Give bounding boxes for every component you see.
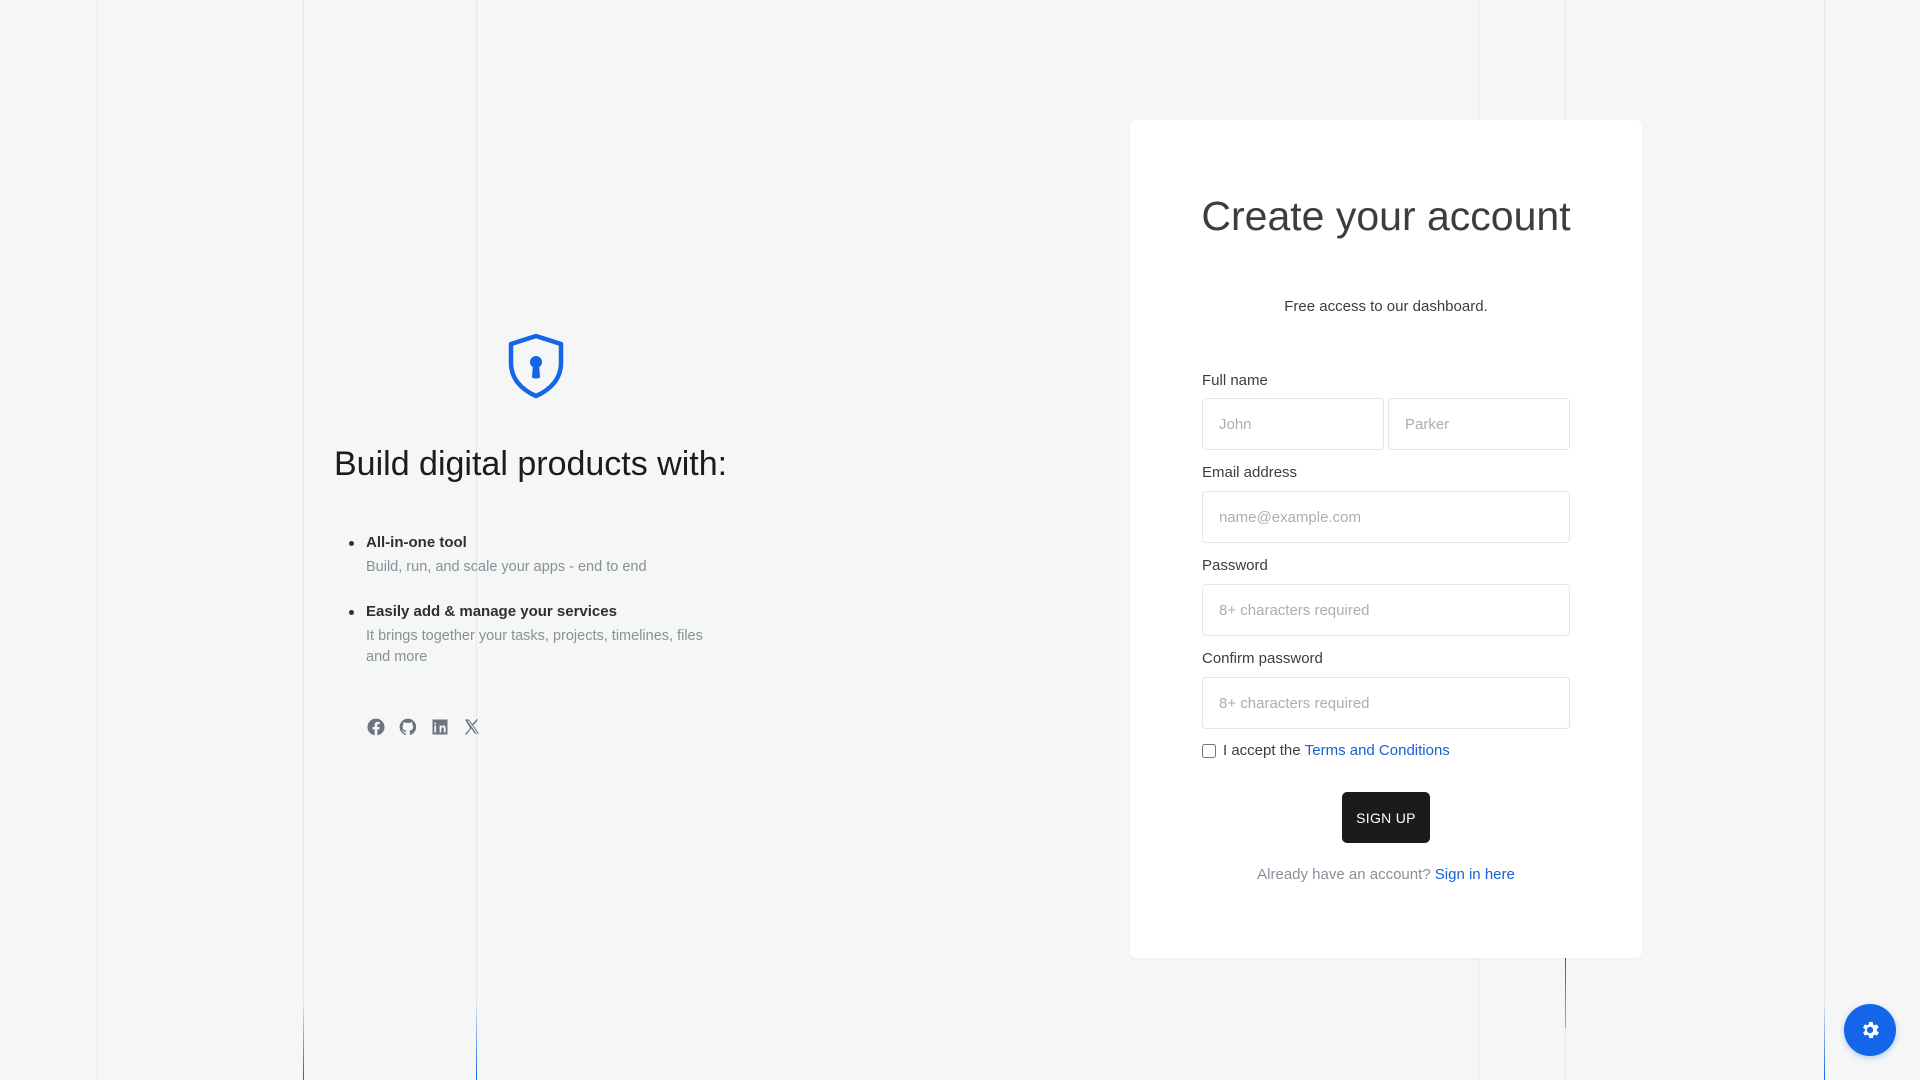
feature-description: It brings together your tasks, projects,… [366, 628, 703, 665]
card-title: Create your account [1201, 193, 1571, 239]
social-links [366, 717, 482, 737]
list-item: All-in-one tool Build, run, and scale yo… [334, 533, 774, 578]
terms-prefix: I accept the [1223, 742, 1301, 759]
feature-list: All-in-one tool Build, run, and scale yo… [334, 533, 774, 692]
feature-title: All-in-one tool [366, 534, 467, 551]
email-label: Email address [1202, 464, 1298, 481]
gear-icon [1863, 1021, 1879, 1039]
grid-line [1824, 0, 1825, 1080]
github-icon[interactable] [398, 717, 418, 737]
card-subtitle: Free access to our dashboard. [1284, 298, 1488, 315]
signin-prefix: Already have an account? [1257, 866, 1431, 883]
x-icon[interactable] [462, 717, 482, 737]
terms-link[interactable]: Terms and Conditions [1305, 742, 1450, 759]
full-name-label: Full name [1202, 372, 1268, 389]
facebook-icon[interactable] [366, 717, 386, 737]
shield-lock-icon [508, 333, 564, 399]
last-name-input[interactable] [1388, 398, 1570, 450]
terms-checkbox[interactable] [1202, 743, 1216, 758]
settings-button[interactable] [1844, 1004, 1896, 1056]
password-label: Password [1202, 557, 1268, 574]
sign-up-button[interactable]: SIGN UP [1342, 792, 1430, 843]
linkedin-icon[interactable] [430, 717, 450, 737]
feature-description: Build, run, and scale your apps - end to… [366, 559, 647, 575]
hero-title: Build digital products with: [334, 445, 728, 483]
signin-link[interactable]: Sign in here [1435, 866, 1515, 883]
email-field[interactable] [1202, 491, 1570, 543]
signin-row: Already have an account? Sign in here [1130, 866, 1642, 883]
grid-line [97, 0, 98, 1080]
feature-title: Easily add & manage your services [366, 603, 617, 620]
confirm-password-label: Confirm password [1202, 650, 1323, 667]
list-item: Easily add & manage your services It bri… [334, 602, 774, 668]
confirm-password-field[interactable] [1202, 677, 1570, 729]
terms-row: I accept the Terms and Conditions [1202, 742, 1450, 759]
first-name-input[interactable] [1202, 398, 1384, 450]
password-field[interactable] [1202, 584, 1570, 636]
signup-card: Create your account Free access to our d… [1130, 120, 1642, 958]
grid-line [303, 0, 304, 1080]
